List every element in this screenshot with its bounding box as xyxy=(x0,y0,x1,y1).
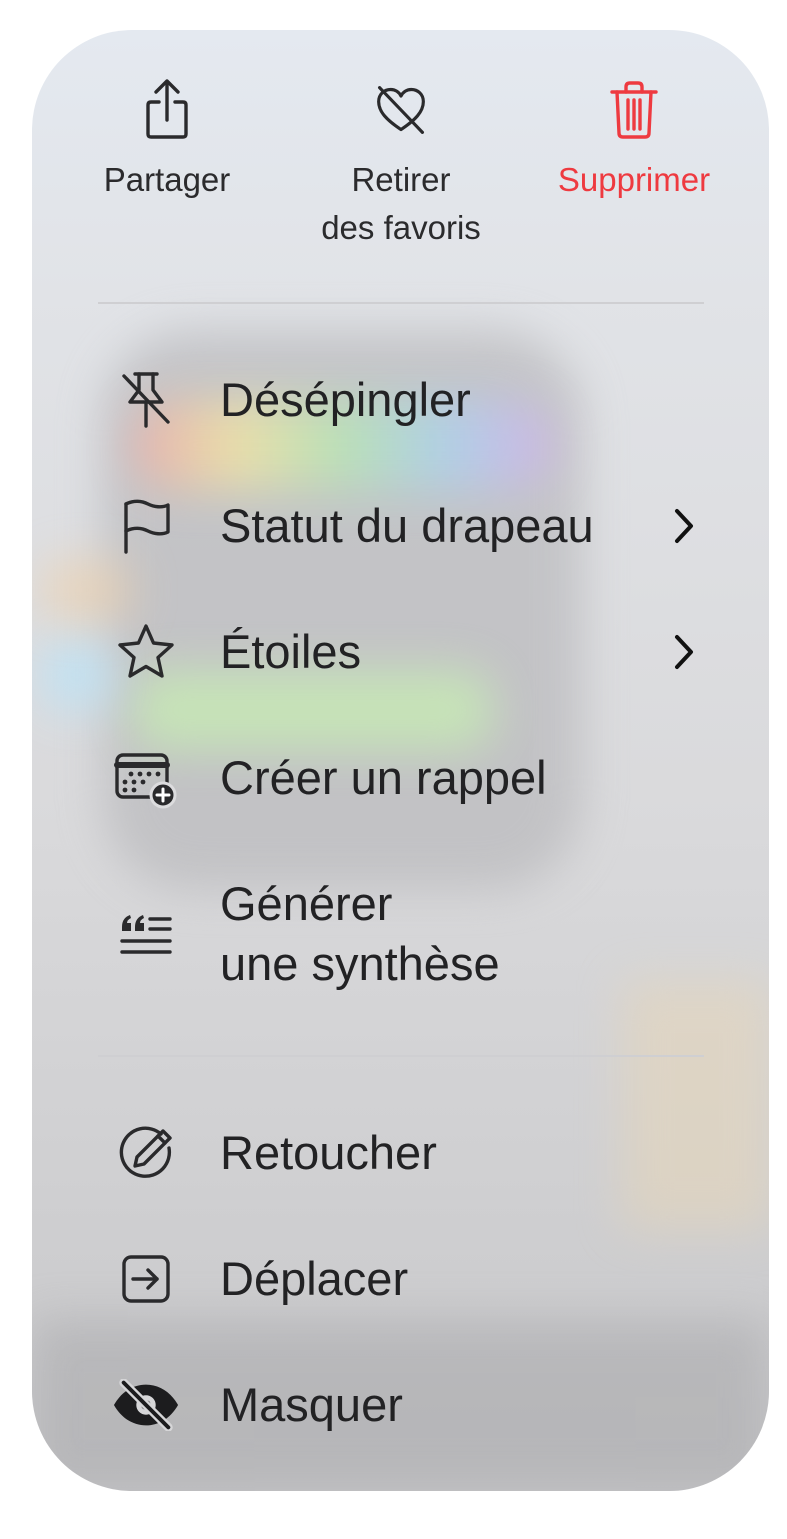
heart-slash-icon xyxy=(374,76,428,144)
menu-item-label: Désépingler xyxy=(220,373,471,426)
share-label: Partager xyxy=(103,161,231,198)
trash-icon xyxy=(607,76,661,144)
menu-item-flag-status[interactable]: Statut du drapeau xyxy=(32,496,769,556)
calendar-plus-icon xyxy=(112,746,180,814)
pin-slash-icon xyxy=(112,366,180,434)
menu-item-retouch[interactable]: Retoucher xyxy=(32,1123,769,1183)
menu-item-label: Créer un rappel xyxy=(220,751,547,804)
top-actions-row: Partager Retirer des favoris Supprimer xyxy=(32,30,769,302)
menu-item-stars[interactable]: Étoiles xyxy=(32,622,769,682)
menu-item-generate-summary[interactable]: Générer une synthèse xyxy=(32,874,769,994)
eye-slash-icon xyxy=(112,1371,180,1439)
delete-button[interactable]: Supprimer xyxy=(524,76,744,204)
share-button[interactable]: Partager xyxy=(57,76,277,204)
menu-item-label: Statut du drapeau xyxy=(220,499,594,552)
context-menu: Partager Retirer des favoris Supprimer D… xyxy=(32,30,769,1491)
flag-icon xyxy=(112,492,180,560)
menu-item-label: Déplacer xyxy=(220,1252,409,1305)
pencil-slash-circle-icon xyxy=(112,1119,180,1187)
chevron-right-icon xyxy=(668,504,700,548)
chevron-right-icon xyxy=(668,630,700,674)
menu-item-unpin[interactable]: Désépingler xyxy=(32,370,769,430)
menu-item-label: Masquer xyxy=(220,1378,403,1431)
unfavorite-label: Retirer des favoris xyxy=(321,161,481,246)
divider xyxy=(98,302,704,304)
menu-item-hide[interactable]: Masquer xyxy=(32,1375,769,1435)
menu-item-label: Générer une synthèse xyxy=(220,877,500,990)
menu-item-label: Étoiles xyxy=(220,625,362,678)
menu-item-label: Retoucher xyxy=(220,1126,437,1179)
quote-lines-icon xyxy=(112,900,180,968)
background-blur xyxy=(42,560,132,620)
share-icon xyxy=(140,76,194,144)
background-blur xyxy=(132,670,492,750)
menu-item-move[interactable]: Déplacer xyxy=(32,1249,769,1309)
divider xyxy=(98,1055,704,1057)
unfavorite-button[interactable]: Retirer des favoris xyxy=(291,76,511,252)
delete-label: Supprimer xyxy=(557,161,711,198)
menu-item-create-reminder[interactable]: Créer un rappel xyxy=(32,748,769,809)
star-icon xyxy=(112,618,180,686)
background-blur xyxy=(622,980,769,1230)
move-icon xyxy=(112,1245,180,1313)
